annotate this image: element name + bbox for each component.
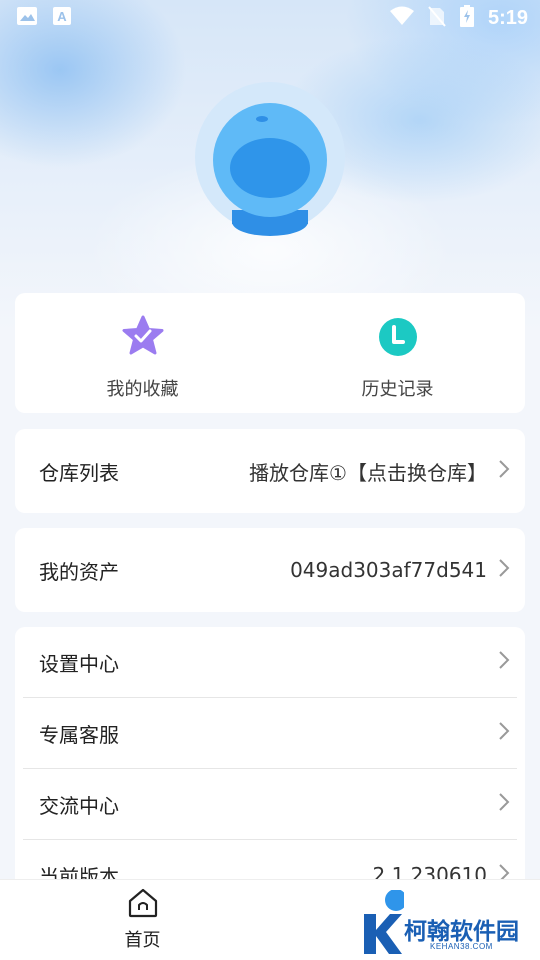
- nav-home-tab[interactable]: 首页: [100, 888, 185, 952]
- community-row[interactable]: 交流中心: [15, 769, 525, 839]
- chevron-right-icon: [497, 558, 511, 582]
- svg-text:A: A: [57, 9, 67, 24]
- history-button[interactable]: 历史记录: [270, 293, 525, 413]
- wifi-icon: [389, 6, 414, 30]
- nav-home-label: 首页: [124, 930, 161, 951]
- asset-card: 我的资产 049ad303af77d541: [15, 528, 525, 612]
- repo-list-title: 仓库列表: [39, 460, 119, 485]
- chevron-right-icon: [497, 459, 511, 483]
- translate-icon: A: [52, 6, 72, 30]
- settings-center-title: 设置中心: [39, 651, 119, 676]
- battery-charging-icon: [459, 5, 474, 31]
- history-label: 历史记录: [361, 379, 434, 400]
- settings-center-row[interactable]: 设置中心: [15, 627, 525, 697]
- repo-card: 仓库列表 播放仓库①【点击换仓库】: [15, 429, 525, 513]
- chevron-right-icon: [497, 650, 511, 674]
- favorites-button[interactable]: 我的收藏: [15, 293, 270, 413]
- image-icon: [16, 6, 38, 30]
- watermark-logo: 柯翰软件园 KEHAN38.COM: [360, 890, 535, 958]
- watermark-text: 柯翰软件园: [404, 919, 519, 945]
- watermark-subtext: KEHAN38.COM: [430, 942, 493, 951]
- repo-list-value: 播放仓库①【点击换仓库】: [249, 460, 487, 485]
- community-title: 交流中心: [39, 793, 119, 818]
- clock: 5:19: [487, 6, 528, 29]
- chevron-right-icon: [497, 721, 511, 745]
- status-bar: A 5:19: [0, 0, 540, 36]
- home-icon: [127, 888, 159, 922]
- chevron-right-icon: [497, 792, 511, 816]
- my-assets-value: 049ad303af77d541: [290, 558, 487, 582]
- no-sim-icon: [428, 5, 446, 31]
- customer-service-row[interactable]: 专属客服: [15, 698, 525, 768]
- robot-avatar-icon: [195, 82, 345, 236]
- history-clock-icon: [376, 315, 420, 363]
- user-avatar[interactable]: [195, 82, 345, 237]
- repo-list-row[interactable]: 仓库列表 播放仓库①【点击换仓库】: [15, 429, 525, 513]
- favorites-star-icon: [121, 315, 165, 363]
- k-logo-icon: [364, 890, 404, 954]
- customer-service-title: 专属客服: [39, 722, 119, 747]
- my-assets-row[interactable]: 我的资产 049ad303af77d541: [15, 528, 525, 612]
- my-assets-title: 我的资产: [39, 559, 119, 584]
- quick-actions-card: 我的收藏 历史记录: [15, 293, 525, 413]
- favorites-label: 我的收藏: [106, 379, 179, 400]
